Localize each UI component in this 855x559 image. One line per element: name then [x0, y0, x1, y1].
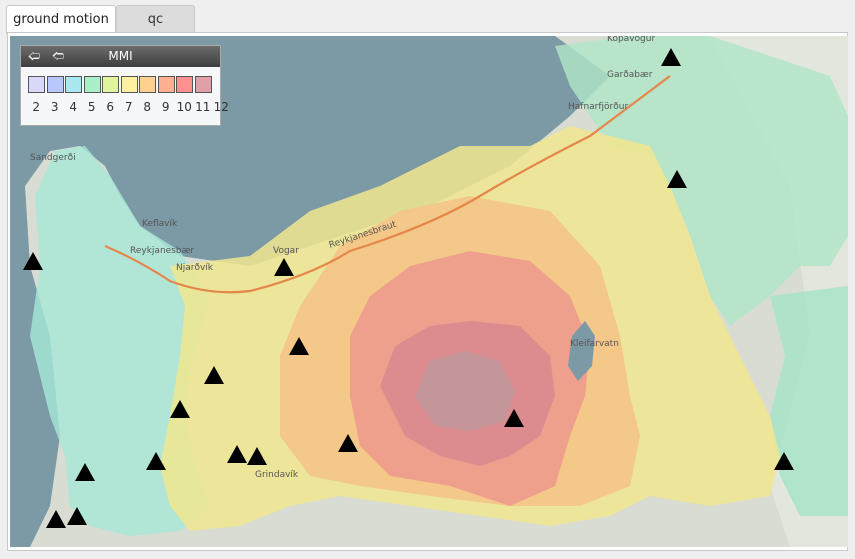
place-label: Kleifarvatn	[570, 339, 619, 349]
place-label: Kópavogur	[607, 36, 655, 44]
place-label: Garðabær	[607, 70, 653, 80]
legend-label: 7	[124, 100, 133, 114]
legend-swatch	[46, 76, 64, 93]
legend-label: 5	[87, 100, 96, 114]
legend-swatch	[176, 76, 193, 93]
tab-bar: ground motion qc	[0, 0, 855, 34]
legend-swatch	[28, 76, 45, 93]
legend-swatch	[83, 76, 101, 93]
legend-swatch	[120, 76, 138, 93]
place-label: Vogar	[273, 246, 299, 256]
legend-swatch	[157, 76, 175, 93]
legend-label: 3	[50, 100, 59, 114]
legend-label: 10	[176, 100, 192, 114]
place-label: Reykjanesbær	[130, 246, 194, 256]
legend-swatch	[194, 76, 212, 93]
tab-qc[interactable]: qc	[116, 5, 195, 32]
place-label: Hafnarfjörður	[568, 102, 628, 112]
tab-ground-motion[interactable]: ground motion	[6, 5, 116, 34]
legend-label: 6	[106, 100, 115, 114]
legend-label: 12	[213, 100, 229, 114]
place-label: Njarðvík	[176, 263, 214, 273]
place-label: Grindavík	[255, 470, 299, 480]
mmi-legend: 🢠 🢢 MMI 2 3 4 5 6 7 8 9 10 11 12	[20, 45, 229, 126]
legend-label: 4	[69, 100, 78, 114]
legend-label: 2	[32, 100, 41, 114]
legend-title: MMI	[108, 49, 133, 63]
legend-labels: 2 3 4 5 6 7 8 9 10 11 12	[27, 100, 231, 114]
legend-swatches	[28, 76, 213, 93]
legend-swatch	[65, 76, 82, 93]
legend-header: 🢠 🢢 MMI	[21, 46, 220, 67]
legend-label: 8	[143, 100, 152, 114]
legend-label: 9	[161, 100, 170, 114]
legend-label: 11	[195, 100, 211, 114]
place-label: Sandgerði	[30, 153, 76, 163]
place-label: Keflavík	[142, 219, 178, 229]
legend-swatch	[102, 76, 119, 93]
legend-swatch	[139, 76, 156, 93]
